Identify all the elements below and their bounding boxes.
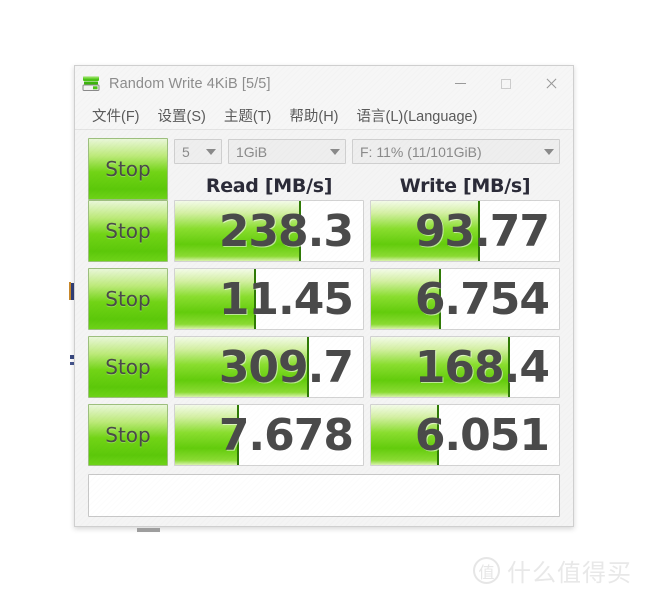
row-2-read-value: 11.45 bbox=[218, 273, 354, 325]
row-2-write-value: 6.754 bbox=[414, 273, 550, 325]
row-1-read-value: 238.3 bbox=[218, 205, 354, 257]
row-2-stop-button[interactable]: Stop bbox=[88, 268, 168, 330]
test-size-select[interactable]: 1GiB bbox=[228, 139, 346, 164]
drive-select[interactable]: F: 11% (11/101GiB) bbox=[352, 139, 560, 164]
row-3-read-value: 309.7 bbox=[218, 341, 354, 393]
row-4-stop-button[interactable]: Stop bbox=[88, 404, 168, 466]
row-1-write-result: 93.77 bbox=[370, 200, 560, 262]
row-1-stop-button[interactable]: Stop bbox=[88, 200, 168, 262]
minimize-button[interactable] bbox=[438, 66, 483, 101]
menu-bar: 文件(F) 设置(S) 主题(T) 帮助(H) 语言(L)(Language) bbox=[75, 101, 573, 130]
drive-value: F: 11% (11/101GiB) bbox=[360, 143, 482, 160]
row-2-read-result: 11.45 bbox=[174, 268, 364, 330]
write-column-header: Write [MB/s] bbox=[399, 175, 531, 197]
menu-item-settings[interactable]: 设置(S) bbox=[149, 103, 215, 129]
chevron-down-icon bbox=[544, 148, 554, 155]
row-3-read-result: 309.7 bbox=[174, 336, 364, 398]
menu-item-theme[interactable]: 主题(T) bbox=[215, 103, 281, 129]
title-bar[interactable]: Random Write 4KiB [5/5] bbox=[75, 66, 573, 101]
toolbar: Stop 5 1GiB F: 11% (11/101GiB) bbox=[88, 138, 560, 200]
row-3-stop-button[interactable]: Stop bbox=[88, 336, 168, 398]
disk-drive-icon bbox=[82, 74, 101, 93]
smzdm-logo-icon: 值 bbox=[473, 557, 500, 584]
maximize-icon bbox=[500, 78, 511, 89]
window-controls bbox=[438, 66, 573, 101]
row-3-write-value: 168.4 bbox=[414, 341, 550, 393]
comment-input[interactable] bbox=[88, 474, 560, 517]
watermark: 值 什么值得买 bbox=[473, 553, 632, 588]
all-stop-button[interactable]: Stop bbox=[88, 138, 168, 200]
maximize-button[interactable] bbox=[483, 66, 528, 101]
taskbar-nub bbox=[137, 528, 160, 532]
crystaldiskmark-window: Random Write 4KiB [5/5] 文件(F) 设置(S) 主题(T… bbox=[74, 65, 574, 527]
results-grid: Stop 238.3 93.77 Stop 11.45 6.754 Stop 3… bbox=[88, 200, 560, 466]
menu-item-file[interactable]: 文件(F) bbox=[83, 103, 149, 129]
test-size-value: 1GiB bbox=[236, 143, 268, 160]
row-4-read-value: 7.678 bbox=[218, 409, 354, 461]
chevron-down-icon bbox=[206, 148, 216, 155]
row-1-write-value: 93.77 bbox=[414, 205, 550, 257]
row-4-write-value: 6.051 bbox=[414, 409, 550, 461]
chevron-down-icon bbox=[330, 148, 340, 155]
row-4-read-result: 7.678 bbox=[174, 404, 364, 466]
read-column-header: Read [MB/s] bbox=[205, 175, 333, 197]
menu-item-help[interactable]: 帮助(H) bbox=[280, 103, 347, 129]
watermark-text: 什么值得买 bbox=[507, 559, 632, 587]
content-area: Stop 5 1GiB F: 11% (11/101GiB) Read [MB/… bbox=[75, 130, 573, 517]
close-button[interactable] bbox=[528, 66, 573, 101]
background-artifact bbox=[69, 282, 71, 300]
minimize-icon bbox=[455, 83, 466, 84]
row-1-read-result: 238.3 bbox=[174, 200, 364, 262]
window-title: Random Write 4KiB [5/5] bbox=[109, 75, 271, 92]
row-4-write-result: 6.051 bbox=[370, 404, 560, 466]
test-count-select[interactable]: 5 bbox=[174, 139, 222, 164]
test-count-value: 5 bbox=[182, 143, 190, 160]
close-icon bbox=[545, 78, 557, 90]
row-2-write-result: 6.754 bbox=[370, 268, 560, 330]
menu-item-language[interactable]: 语言(L)(Language) bbox=[348, 103, 487, 129]
row-3-write-result: 168.4 bbox=[370, 336, 560, 398]
